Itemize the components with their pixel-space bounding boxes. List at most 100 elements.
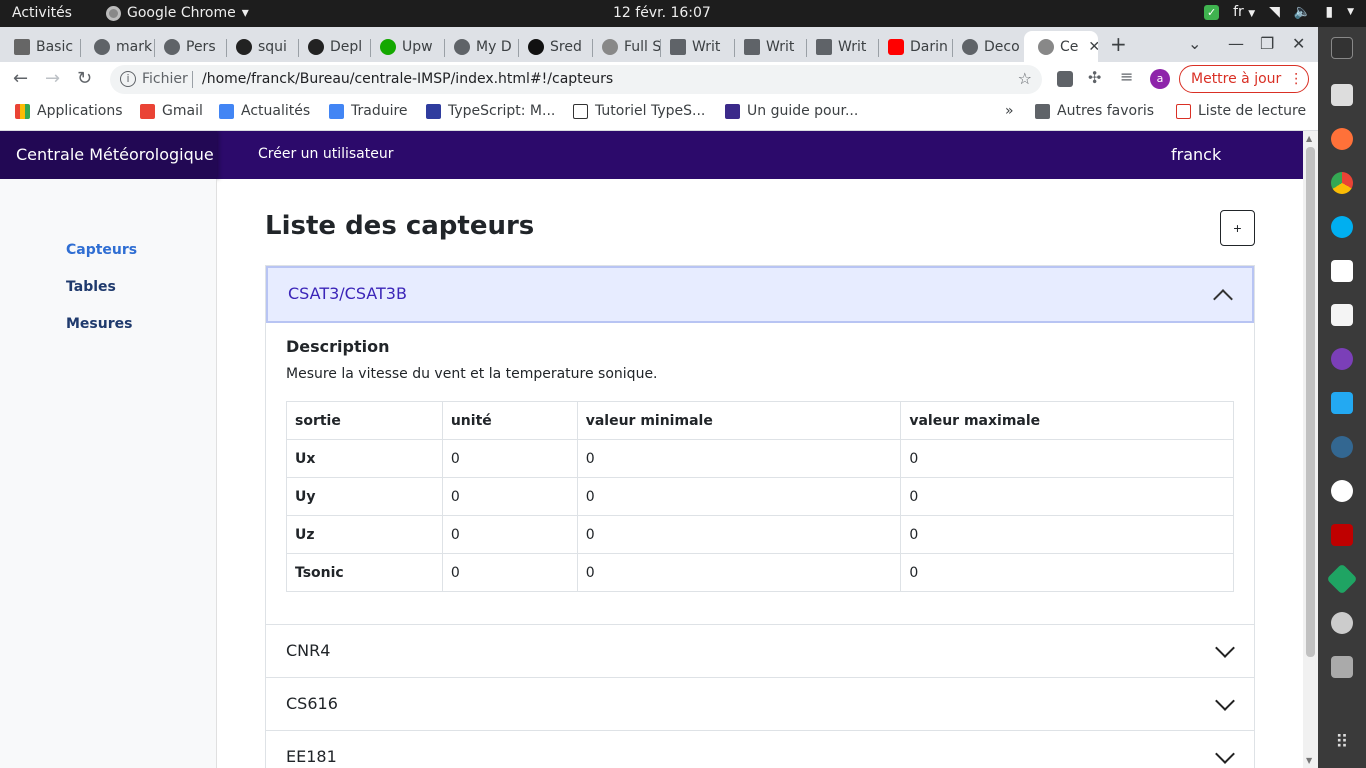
skype-icon[interactable]: [1331, 216, 1353, 238]
app-brand[interactable]: Centrale Météorologique: [0, 131, 217, 179]
app-menu[interactable]: Google Chrome ▾: [106, 5, 249, 21]
bookmark-guide[interactable]: Un guide pour...: [725, 103, 858, 119]
language-label: fr: [1233, 4, 1244, 20]
vscode-icon[interactable]: [1331, 392, 1353, 414]
show-apps-icon[interactable]: ⠿: [1331, 732, 1353, 754]
bookmark-translate[interactable]: Traduire: [329, 103, 408, 119]
tab[interactable]: Deco: [948, 31, 1024, 62]
terminal-icon[interactable]: [1331, 37, 1353, 59]
github-icon: [236, 38, 252, 55]
user-menu[interactable]: franck: [1171, 145, 1221, 164]
system-menu-icon[interactable]: ▼: [1347, 7, 1354, 17]
tab[interactable]: mark: [80, 31, 154, 62]
scroll-down-icon[interactable]: ▼: [1306, 756, 1312, 765]
chevron-down-icon: [1215, 638, 1235, 658]
bookmark-other-favorites[interactable]: Autres favoris: [1035, 103, 1154, 119]
accordion-header-cnr4[interactable]: CNR4: [266, 625, 1254, 678]
table-cell: Uy: [286, 477, 443, 516]
add-sensor-button[interactable]: +: [1220, 210, 1255, 246]
bookmark-typescript[interactable]: TypeScript: M...: [426, 103, 555, 119]
globe-icon: [1038, 38, 1054, 55]
bookmark-label: Tutoriel TypeS...: [595, 103, 706, 119]
new-tab-button[interactable]: +: [1110, 32, 1127, 56]
disk-icon[interactable]: [1331, 612, 1353, 634]
tab[interactable]: Sred: [514, 31, 592, 62]
reading-list-icon[interactable]: ≡: [1120, 67, 1136, 86]
chevron-down-icon: [1215, 691, 1235, 711]
language-indicator[interactable]: fr ▼: [1233, 4, 1255, 20]
sidebar-item-capteurs[interactable]: Capteurs: [66, 242, 137, 258]
drive-icon[interactable]: [1331, 656, 1353, 678]
url-text[interactable]: /home/franck/Bureau/centrale-IMSP/index.…: [202, 71, 613, 87]
bookmark-tutorial[interactable]: Tutoriel TypeS...: [573, 103, 705, 119]
tab[interactable]: Writ: [730, 31, 806, 62]
emacs-icon[interactable]: [1331, 348, 1353, 370]
table-cell: 0: [576, 477, 902, 516]
accordion-header-ee181[interactable]: EE181: [266, 731, 1254, 768]
profile-avatar[interactable]: a: [1150, 69, 1170, 89]
mongodb-icon[interactable]: [1331, 480, 1353, 502]
extension-icon[interactable]: [1057, 71, 1073, 87]
bookmarks-overflow[interactable]: »: [1005, 103, 1014, 119]
gmail-icon: [140, 103, 155, 119]
bookmark-apps[interactable]: Applications: [15, 103, 123, 119]
accordion-header-csat3[interactable]: CSAT3/CSAT3B: [266, 266, 1254, 323]
table-row: Tsonic 0 0 0: [286, 553, 1234, 592]
tab[interactable]: Pers: [150, 31, 226, 62]
scrollbar-thumb[interactable]: [1306, 147, 1315, 657]
table-cell: 0: [900, 439, 1234, 478]
tab-label: Deco: [984, 38, 1020, 55]
info-icon[interactable]: i: [120, 71, 136, 87]
terminal-icon: [573, 103, 588, 119]
tab[interactable]: squi: [222, 31, 298, 62]
tab[interactable]: Writ: [656, 31, 734, 62]
bookmark-news[interactable]: Actualités: [219, 103, 310, 119]
column-header: valeur minimale: [576, 401, 902, 440]
close-tab-icon[interactable]: ✕: [1088, 39, 1098, 55]
tab[interactable]: Depl: [294, 31, 370, 62]
back-icon[interactable]: ←: [13, 68, 28, 89]
tab[interactable]: Darin: [874, 31, 952, 62]
tab[interactable]: My D: [440, 31, 518, 62]
sidebar-item-tables[interactable]: Tables: [66, 279, 116, 295]
update-check-icon[interactable]: ✓: [1204, 4, 1220, 20]
page-scrollbar[interactable]: ▲ ▼: [1303, 131, 1318, 768]
files-icon[interactable]: [1331, 84, 1353, 106]
bookmark-reading-list[interactable]: Liste de lecture: [1176, 103, 1306, 119]
system-tray[interactable]: ✓ fr ▼ ◥ 🔈 ▮ ▼: [1204, 4, 1354, 20]
close-window-button[interactable]: ✕: [1292, 34, 1305, 53]
firefox-icon[interactable]: [1331, 128, 1353, 150]
bookmark-star-icon[interactable]: ☆: [1018, 69, 1032, 88]
tab-strip: Basic mark Pers squi Depl Upw My D Sred …: [0, 27, 1318, 62]
update-button[interactable]: Mettre à jour ⋮: [1179, 65, 1309, 93]
sidebar-item-mesures[interactable]: Mesures: [66, 316, 132, 332]
chrome-icon[interactable]: [1331, 172, 1353, 194]
forward-icon[interactable]: →: [45, 68, 60, 89]
bookmark-gmail[interactable]: Gmail: [140, 103, 203, 119]
reload-icon[interactable]: ↻: [77, 68, 92, 89]
clock[interactable]: 12 févr. 16:07: [613, 5, 711, 21]
tab[interactable]: Full S: [588, 31, 660, 62]
git-icon[interactable]: [1326, 563, 1358, 595]
scroll-up-icon[interactable]: ▲: [1306, 134, 1312, 143]
postgresql-icon[interactable]: [1331, 436, 1353, 458]
tab[interactable]: Upw: [366, 31, 444, 62]
tab[interactable]: Writ: [802, 31, 878, 62]
create-user-link[interactable]: Créer un utilisateur: [258, 146, 394, 162]
tab[interactable]: Basic: [0, 31, 80, 62]
minimize-button[interactable]: —: [1228, 34, 1244, 53]
address-bar[interactable]: i Fichier /home/franck/Bureau/centrale-I…: [110, 65, 1042, 94]
activities-button[interactable]: Activités: [12, 5, 72, 21]
overflow-label: »: [1005, 103, 1014, 119]
tab-search-icon[interactable]: ⌄: [1188, 34, 1201, 53]
table-cell: Uz: [286, 515, 443, 554]
text-editor-icon[interactable]: [1331, 260, 1353, 282]
filezilla-icon[interactable]: [1331, 524, 1353, 546]
tab-active[interactable]: Ce ✕: [1024, 31, 1098, 62]
maximize-button[interactable]: ❐: [1260, 34, 1274, 53]
extensions-puzzle-icon[interactable]: ✣: [1088, 68, 1104, 87]
gmail-icon: [14, 38, 30, 55]
accordion-header-cs616[interactable]: CS616: [266, 678, 1254, 731]
document-viewer-icon[interactable]: [1331, 304, 1353, 326]
app-menu-label: Google Chrome: [127, 5, 236, 21]
